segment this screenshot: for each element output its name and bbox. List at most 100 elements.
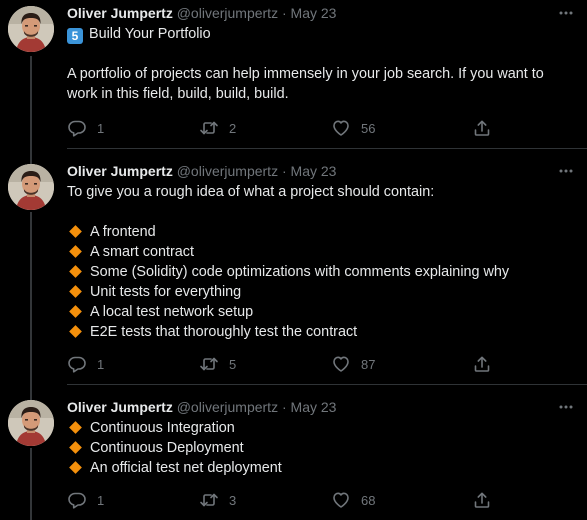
tweet-2[interactable]: Oliver Jumpertz @oliverjumpertz · May 23… [0,158,587,384]
avatar-image [8,164,54,210]
retweet-icon [199,490,219,510]
more-options-button[interactable] [556,3,576,23]
avatar[interactable] [8,164,54,210]
author-name[interactable]: Oliver Jumpertz [67,5,173,21]
author-name[interactable]: Oliver Jumpertz [67,399,173,415]
like-button[interactable]: 68 [331,490,375,510]
like-count: 87 [361,356,376,372]
orange-diamond-icon [69,441,82,455]
tweet-text: Continuous Integration Continuous Deploy… [67,418,577,478]
like-count: 68 [361,492,376,508]
bullet-item: A local test network setup [67,302,577,322]
tweet-header: Oliver Jumpertz @oliverjumpertz · May 23 [67,161,336,181]
author-handle[interactable]: @oliverjumpertz [177,399,278,415]
retweet-count: 3 [229,492,237,508]
share-button[interactable] [472,118,492,138]
avatar-image [8,6,54,52]
like-heart-icon [331,490,351,510]
retweet-count: 2 [229,120,237,136]
bullet-text: A frontend [90,224,156,240]
heading-text: Build Your Portfolio [89,26,211,42]
like-count: 56 [361,120,376,136]
reply-button[interactable]: 1 [67,354,104,374]
tweet-actions: 1 3 68 [67,490,567,510]
bullet-item: A frontend [67,222,577,242]
tweet-date[interactable]: May 23 [291,399,337,415]
orange-diamond-icon [69,461,82,475]
tweet-actions: 1 2 56 [67,118,567,138]
bullet-text: Continuous Integration [90,420,235,436]
tweet-text: 5 Build Your Portfolio A portfolio of pro… [67,24,577,104]
more-options-button[interactable] [556,161,576,181]
tweet-1[interactable]: Oliver Jumpertz @oliverjumpertz · May 23… [0,0,587,148]
like-heart-icon [331,354,351,374]
bullet-item: Continuous Integration [67,418,577,438]
retweet-button[interactable]: 5 [199,354,236,374]
bullet-item: A smart contract [67,242,577,262]
share-icon [472,118,492,138]
reply-count: 1 [97,492,105,508]
more-options-button[interactable] [556,397,576,417]
reply-button[interactable]: 1 [67,490,104,510]
more-options-icon [556,3,576,23]
reply-icon [67,118,87,138]
share-icon [472,354,492,374]
orange-diamond-icon [69,245,82,259]
tweet-date[interactable]: May 23 [291,5,337,21]
orange-diamond-icon [69,325,82,339]
bullet-item: E2E tests that thoroughly test the contr… [67,322,577,342]
tweet-header: Oliver Jumpertz @oliverjumpertz · May 23 [67,397,336,417]
retweet-button[interactable]: 2 [199,118,236,138]
tweet-3[interactable]: Oliver Jumpertz @oliverjumpertz · May 23… [0,394,587,520]
text-line: A portfolio of projects can help immense… [67,66,544,82]
share-button[interactable] [472,354,492,374]
orange-diamond-icon [69,265,82,279]
retweet-button[interactable]: 3 [199,490,236,510]
author-handle[interactable]: @oliverjumpertz [177,5,278,21]
orange-diamond-icon [69,225,82,239]
tweet-date[interactable]: May 23 [291,163,337,179]
header-separator: · [281,5,287,21]
avatar[interactable] [8,6,54,52]
intro-text: To give you a rough idea of what a proje… [67,184,435,200]
keycap-number-icon: 5 [67,28,83,44]
header-separator: · [281,399,287,415]
avatar-image [8,400,54,446]
retweet-icon [199,118,219,138]
author-handle[interactable]: @oliverjumpertz [177,163,278,179]
reply-button[interactable]: 1 [67,118,104,138]
tweet-actions: 1 5 87 [67,354,567,374]
bullet-text: An official test net deployment [90,460,282,476]
bullet-text: Some (Solidity) code optimizations with … [90,264,510,280]
more-options-icon [556,397,576,417]
orange-diamond-icon [69,285,82,299]
bullet-text: A local test network setup [90,304,254,320]
like-button[interactable]: 56 [331,118,375,138]
more-options-icon [556,161,576,181]
reply-icon [67,354,87,374]
bullet-item: Continuous Deployment [67,438,577,458]
bullet-text: Unit tests for everything [90,284,242,300]
share-button[interactable] [472,490,492,510]
like-heart-icon [331,118,351,138]
bullet-item: An official test net deployment [67,458,577,478]
bullet-text: A smart contract [90,244,194,260]
bullet-text: E2E tests that thoroughly test the contr… [90,324,358,340]
retweet-count: 5 [229,356,237,372]
tweet-thread: Oliver Jumpertz @oliverjumpertz · May 23… [0,0,587,520]
author-name[interactable]: Oliver Jumpertz [67,163,173,179]
orange-diamond-icon [69,305,82,319]
bullet-item: Unit tests for everything [67,282,577,302]
header-separator: · [281,163,287,179]
orange-diamond-icon [69,421,82,435]
like-button[interactable]: 87 [331,354,375,374]
avatar[interactable] [8,400,54,446]
tweet-heading: 5 Build Your Portfolio [67,24,577,44]
reply-icon [67,490,87,510]
reply-count: 1 [97,120,105,136]
tweet-text: To give you a rough idea of what a proje… [67,182,577,342]
bullet-item: Some (Solidity) code optimizations with … [67,262,577,282]
bullet-text: Continuous Deployment [90,440,244,456]
